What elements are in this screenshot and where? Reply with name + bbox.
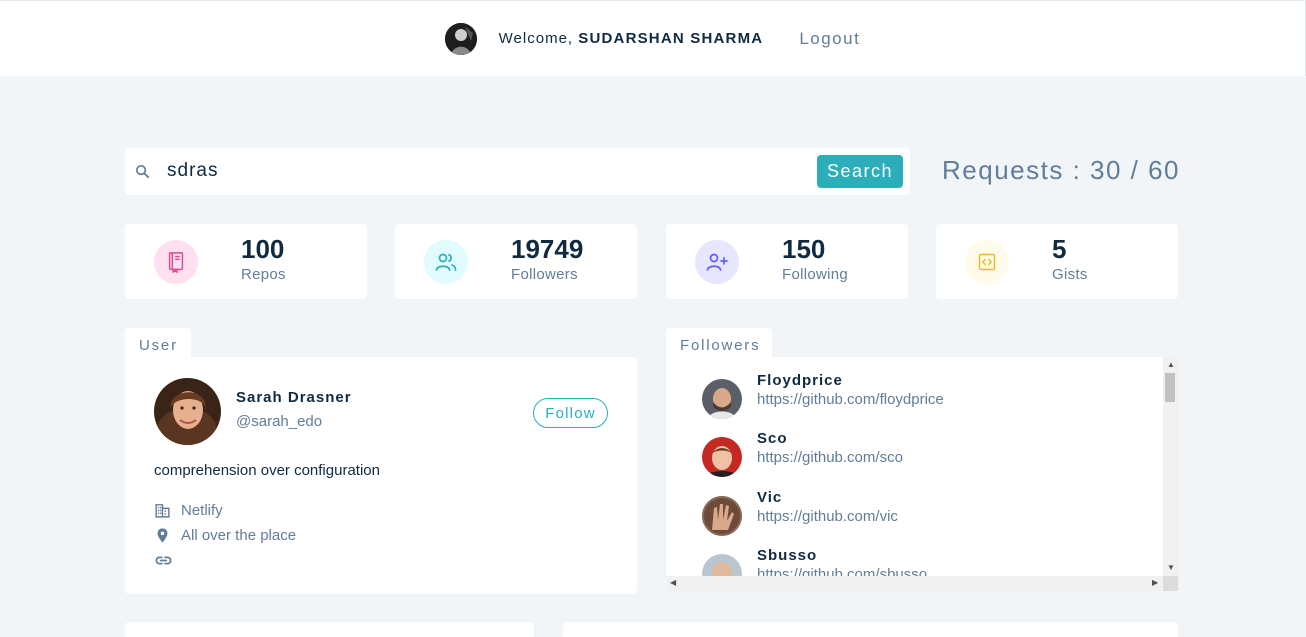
gists-label: Gists [1052,266,1088,283]
stat-card-following: 150 Following [666,224,908,299]
company-row: Netlify [154,502,223,519]
welcome-prefix: Welcome, [498,30,574,47]
horizontal-scrollbar[interactable]: ◀ ▶ [666,576,1163,591]
book-icon [154,240,198,284]
scrollbar-corner [1163,576,1178,591]
logout-button[interactable]: Logout [799,29,860,49]
search-bar: Search [125,148,910,195]
search-button[interactable]: Search [817,155,903,188]
user-handle: @sarah_edo [236,413,323,430]
navbar: Welcome, SUDARSHAN SHARMA Logout [0,0,1306,76]
follower-avatar [702,437,742,477]
followers-count: 19749 [511,234,584,264]
location-pin-icon [157,528,168,543]
requests-counter: Requests : 30 / 60 [942,155,1181,185]
search-icon [135,164,150,179]
users-icon [424,240,468,284]
bottom-card-left [125,622,534,637]
code-icon [965,240,1009,284]
user-name: Sarah Drasner [236,389,352,406]
welcome-text: Welcome, SUDARSHAN SHARMA [499,30,764,47]
following-label: Following [782,266,849,283]
user-location: All over the place [181,527,297,544]
user-card: Sarah Drasner @sarah_edo Follow comprehe… [125,357,637,594]
user-plus-icon [695,240,739,284]
scroll-left-arrow-icon[interactable]: ◀ [670,579,676,587]
nav-avatar [444,22,477,55]
user-avatar [154,378,221,445]
scrollbar-thumb[interactable] [1165,373,1175,402]
scroll-down-arrow-icon[interactable]: ▼ [1167,564,1175,572]
follower-name: Vic [757,489,783,506]
follower-name: Sbusso [757,547,818,564]
follower-item[interactable]: Vic https://github.com/vic [702,489,1122,539]
stat-card-gists: 5 Gists [936,224,1178,299]
scroll-up-arrow-icon[interactable]: ▲ [1167,361,1175,369]
followers-section-tab: Followers [666,328,772,358]
bottom-card-right [563,622,1178,637]
follow-button[interactable]: Follow [533,398,608,428]
user-company: Netlify [181,502,223,519]
building-icon [155,504,170,518]
stat-card-repos: 100 Repos [125,224,367,299]
followers-label: Followers [511,266,578,283]
follower-name: Sco [757,430,788,447]
follower-item[interactable]: Sco https://github.com/sco [702,430,1122,480]
follower-avatar [702,496,742,536]
vertical-scrollbar[interactable]: ▲ ▼ [1163,357,1178,577]
follower-item[interactable]: Floydprice https://github.com/floydprice [702,372,1122,422]
link-icon [155,556,172,565]
follower-url[interactable]: https://github.com/floydprice [757,391,944,408]
following-count: 150 [782,234,826,264]
follower-url[interactable]: https://github.com/sco [757,449,903,466]
location-row: All over the place [154,527,296,544]
gists-count: 5 [1052,234,1067,264]
welcome-user-name: SUDARSHAN SHARMA [578,30,764,47]
scroll-right-arrow-icon[interactable]: ▶ [1152,579,1158,587]
blog-row[interactable] [154,551,183,570]
follower-url[interactable]: https://github.com/vic [757,508,898,525]
search-input[interactable] [167,156,807,186]
follower-name: Floydprice [757,372,843,389]
follower-avatar [702,379,742,419]
user-bio: comprehension over configuration [154,462,380,479]
user-section-tab: User [125,328,191,358]
stat-card-followers: 19749 Followers [395,224,637,299]
followers-list: Floydprice https://github.com/floydprice… [666,357,1178,591]
repos-label: Repos [241,266,286,283]
repos-count: 100 [241,234,285,264]
